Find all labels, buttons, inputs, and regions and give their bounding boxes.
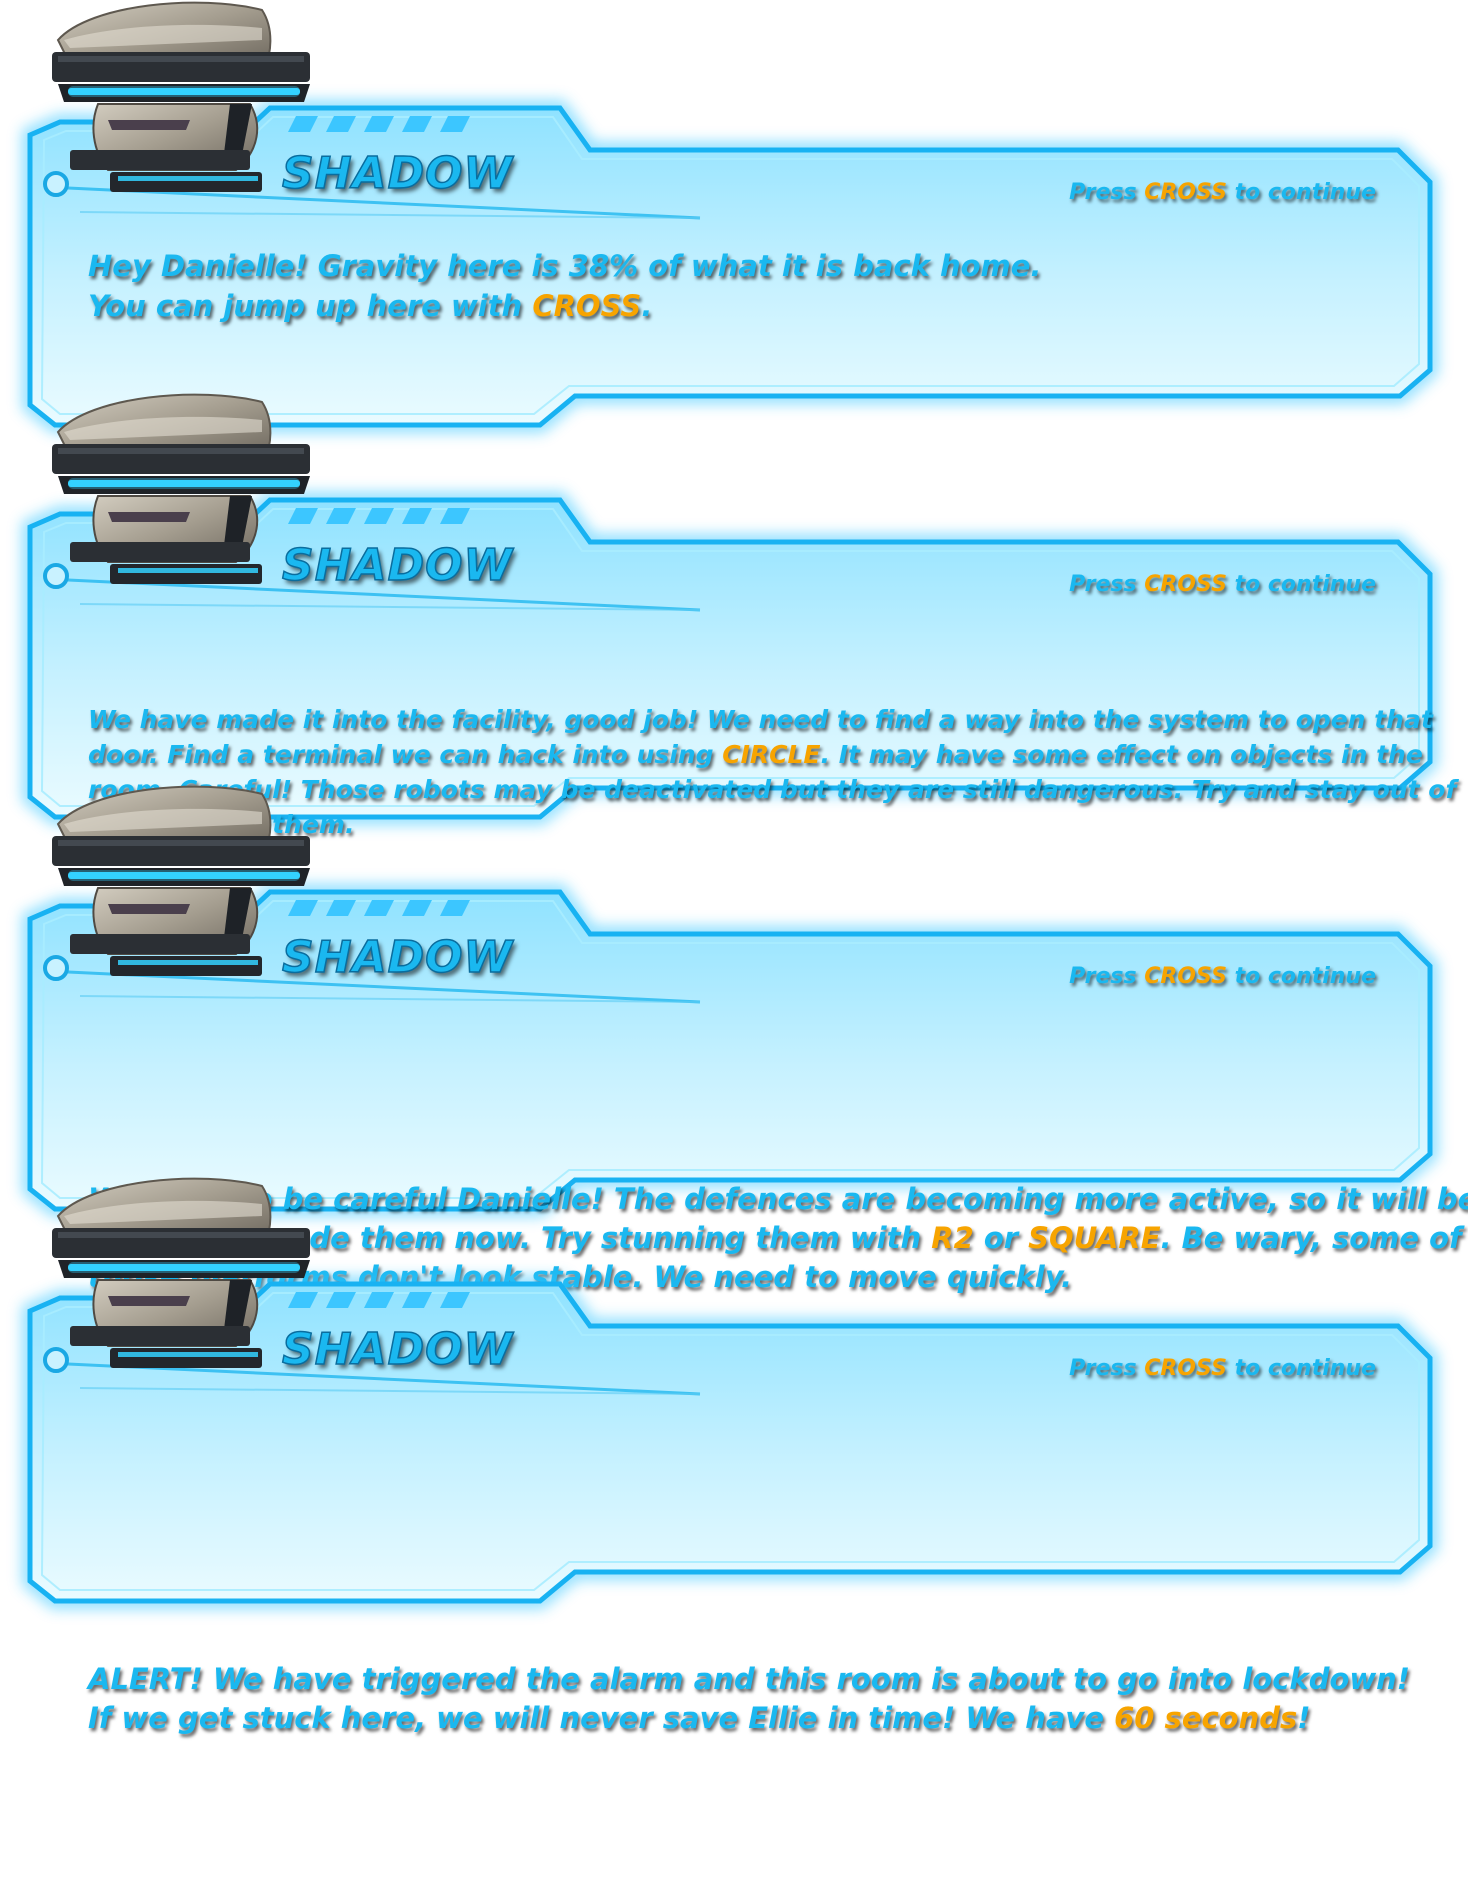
continue-prompt[interactable]: Press CROSS to continue bbox=[1069, 572, 1376, 597]
message-line: If we get stuck here, we will never save… bbox=[88, 1699, 1388, 1738]
continue-prompt[interactable]: Press CROSS to continue bbox=[1069, 964, 1376, 989]
dialog-box-4[interactable]: SHADOW Press CROSS to continue ALERT! We… bbox=[0, 1176, 1468, 1735]
dialog-box-1[interactable]: SHADOW Press CROSS to continue Hey Danie… bbox=[0, 0, 1468, 440]
circuit-node-icon bbox=[43, 563, 69, 589]
message-text: . bbox=[641, 289, 653, 323]
dialog-box-3[interactable]: SHADOW Press CROSS to continue We need t… bbox=[0, 784, 1468, 1294]
speaker-name: SHADOW bbox=[281, 1323, 514, 1376]
message-line: door. Find a terminal we can hack into u… bbox=[88, 737, 1423, 772]
message-line: We have made it into the facility, good … bbox=[88, 702, 1433, 737]
message-text: We have made it into the facility, good … bbox=[88, 705, 1433, 734]
dialog-frame bbox=[22, 1177, 1438, 1609]
circuit-node-icon bbox=[43, 955, 69, 981]
message-text: If we get stuck here, we will never save… bbox=[88, 1701, 1115, 1735]
continue-prompt[interactable]: Press CROSS to continue bbox=[1069, 1356, 1376, 1381]
message-line: You can jump up here with CROSS. bbox=[88, 286, 1388, 326]
cross-key-label: CROSS bbox=[1144, 180, 1227, 205]
dialog-frame bbox=[22, 1, 1438, 433]
cross-key-label: CROSS bbox=[1144, 572, 1227, 597]
message-text: door. Find a terminal we can hack into u… bbox=[88, 740, 723, 769]
message-text: . It may have some effect on objects in … bbox=[820, 740, 1423, 769]
speaker-name: SHADOW bbox=[281, 931, 514, 984]
button-highlight: 60 seconds bbox=[1114, 1701, 1298, 1735]
cross-key-label: CROSS bbox=[1144, 964, 1227, 989]
speaker-name: SHADOW bbox=[281, 147, 514, 200]
circuit-node-icon bbox=[43, 171, 69, 197]
message-text: ALERT! We have triggered the alarm and t… bbox=[88, 1662, 1411, 1696]
message-text: Hey Danielle! Gravity here is 38% of wha… bbox=[88, 249, 1042, 283]
continue-prompt[interactable]: Press CROSS to continue bbox=[1069, 180, 1376, 205]
dialog-message: ALERT! We have triggered the alarm and t… bbox=[88, 1660, 1410, 1738]
message-text: ! bbox=[1297, 1701, 1311, 1735]
message-line: Hey Danielle! Gravity here is 38% of wha… bbox=[88, 246, 1388, 286]
cross-key-label: CROSS bbox=[1144, 1356, 1227, 1381]
dialog-message: Hey Danielle! Gravity here is 38% of wha… bbox=[88, 246, 1388, 326]
message-line: ALERT! We have triggered the alarm and t… bbox=[88, 1660, 1410, 1699]
message-text: You can jump up here with bbox=[88, 289, 533, 323]
button-highlight: CIRCLE bbox=[722, 740, 821, 769]
speaker-name: SHADOW bbox=[281, 539, 514, 592]
dialog-box-2[interactable]: SHADOW Press CROSS to continue We have m… bbox=[0, 392, 1468, 839]
circuit-node-icon bbox=[43, 1347, 69, 1373]
dialog-frame bbox=[22, 785, 1438, 1217]
button-highlight: CROSS bbox=[532, 289, 642, 323]
